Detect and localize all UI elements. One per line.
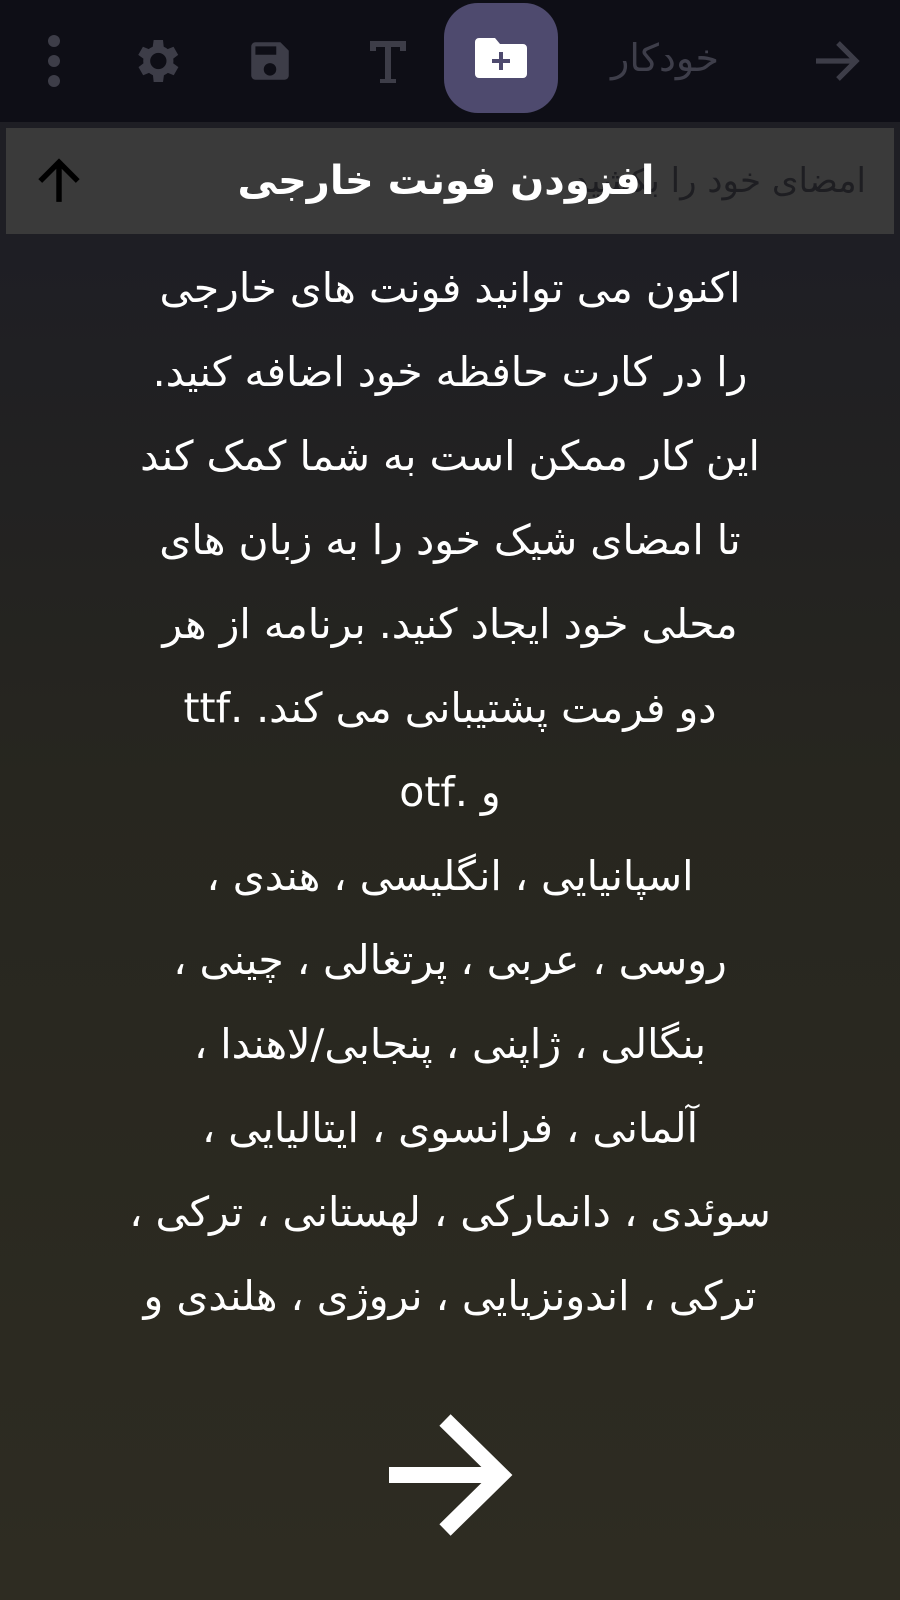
- add-font-button[interactable]: [444, 3, 558, 113]
- arrow-right-icon: [389, 1414, 513, 1536]
- arrow-right-icon: [816, 41, 860, 81]
- sub-header-panel: امضای خود را بکشید افزودن فونت خارجی: [6, 128, 894, 234]
- toolbar: خودکار: [0, 0, 900, 122]
- save-icon[interactable]: [232, 0, 308, 122]
- more-vertical-icon[interactable]: [24, 0, 84, 122]
- info-panel: اکنون می توانید فونت های خارجی را در کار…: [0, 240, 900, 1600]
- next-button[interactable]: [376, 1400, 526, 1550]
- page-title: افزودن فونت خارجی: [237, 158, 655, 204]
- toolbar-title: خودکار: [610, 36, 720, 80]
- back-button[interactable]: [800, 0, 876, 122]
- sub-header: امضای خود را بکشید افزودن فونت خارجی: [0, 122, 900, 240]
- arrow-up-icon[interactable]: [34, 156, 84, 206]
- folder-plus-icon: [475, 38, 527, 78]
- gear-icon[interactable]: [118, 0, 194, 122]
- description-text: اکنون می توانید فونت های خارجی را در کار…: [129, 264, 771, 1320]
- text-icon[interactable]: [350, 0, 426, 122]
